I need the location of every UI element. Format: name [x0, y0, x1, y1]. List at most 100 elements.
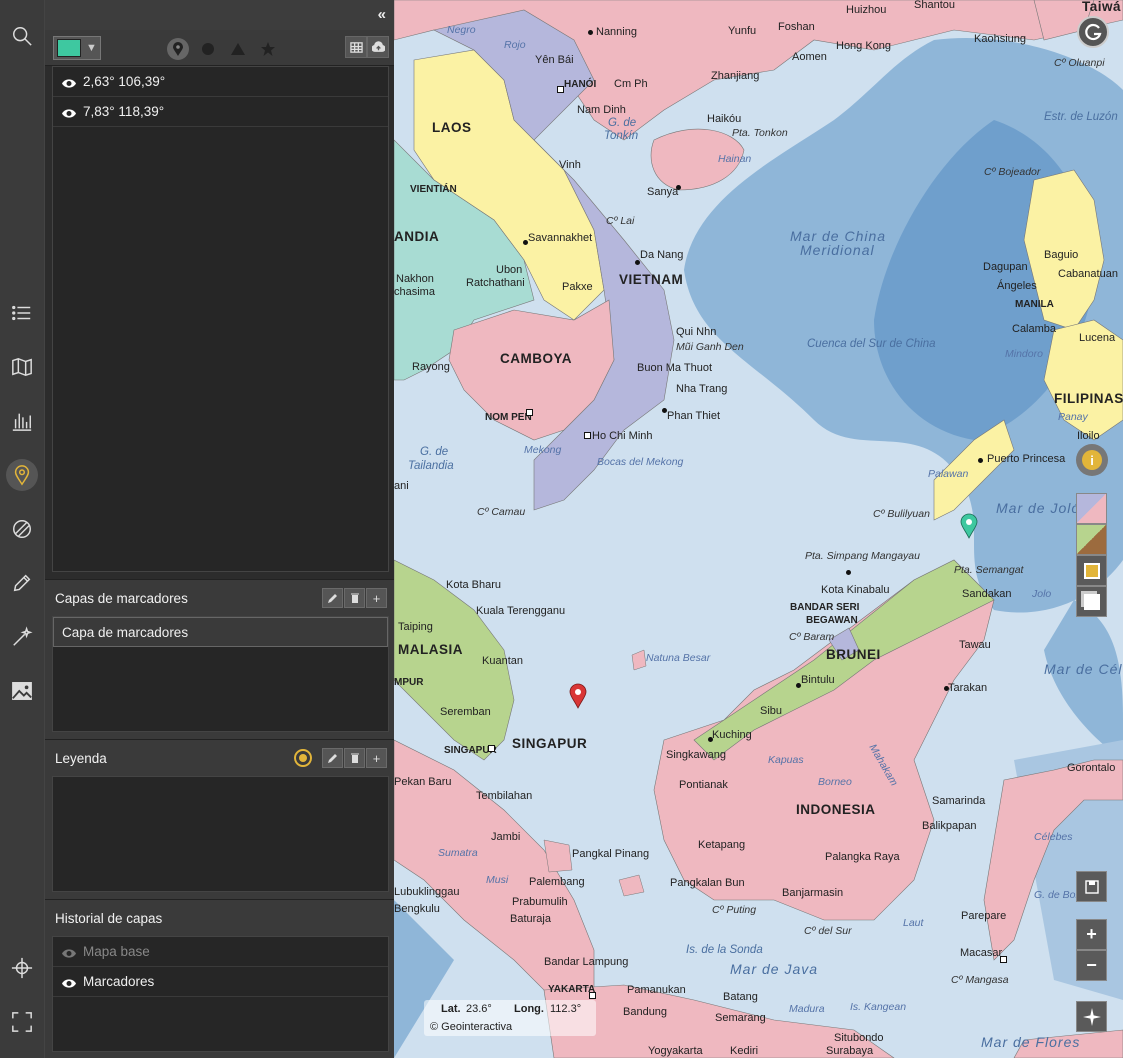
markers-panel: « ▼ 2,63° 106,39° 7,83° 118,39° Capas de… — [44, 0, 395, 1058]
sea-label: G. de — [608, 117, 637, 129]
cloud-upload-icon[interactable] — [367, 36, 389, 58]
city-label: Cº Lai — [606, 215, 635, 227]
city-label: Mũi Ganh Den — [676, 341, 744, 353]
city-label: Baturaja — [510, 913, 551, 925]
city-label: Macasar — [960, 947, 1003, 959]
list-item[interactable]: Capa de marcadores — [53, 617, 388, 647]
sea-label: Borneo — [818, 776, 852, 788]
map-view[interactable]: LAOS VIETNAM CAMBOYA ANDIA MALASIA INDON… — [394, 0, 1123, 1058]
city-dot — [588, 30, 593, 35]
compass-ruler-icon[interactable] — [6, 513, 38, 545]
map-pin-icon[interactable] — [6, 459, 38, 491]
city-label: Lubuklinggau — [394, 886, 460, 898]
city-label: Kota Bharu — [446, 579, 502, 591]
city-label: Phan Thiet — [667, 410, 721, 422]
layer-stack-icon[interactable] — [1076, 586, 1107, 617]
layer-list: Capa de marcadores — [52, 616, 389, 732]
color-picker[interactable]: ▼ — [53, 36, 101, 60]
city-label: Sandakan — [962, 588, 1012, 600]
delete-button[interactable] — [344, 588, 365, 608]
city-label: Pta. Tonkon — [732, 127, 788, 139]
city-label: Tembilahan — [476, 790, 533, 802]
marker-toolbar: ▼ — [45, 30, 394, 66]
city-label: Foshan — [778, 21, 815, 33]
search-icon[interactable] — [6, 20, 38, 52]
city-label: Kuching — [712, 729, 752, 741]
triangle-shape-icon[interactable] — [227, 38, 249, 60]
red-marker-icon[interactable] — [569, 683, 587, 709]
add-button[interactable]: + — [366, 588, 387, 608]
image-icon[interactable] — [6, 675, 38, 707]
sea-label: Natuna Besar — [646, 652, 711, 664]
fullscreen-icon[interactable] — [6, 1006, 38, 1038]
list-item[interactable]: 7,83° 118,39° — [53, 97, 388, 127]
basemap-physical-icon[interactable] — [1076, 524, 1107, 555]
list-item[interactable]: Marcadores — [53, 967, 388, 997]
city-label: Huizhou — [846, 4, 887, 16]
city-label: chasima — [394, 286, 435, 298]
zoom-out-icon[interactable]: − — [1076, 950, 1107, 981]
city-label: Lucena — [1079, 332, 1116, 344]
sea-label: Meridional — [800, 242, 875, 258]
edit-button[interactable] — [322, 588, 343, 608]
city-label: Cº del Sur — [804, 925, 852, 937]
crosshair-icon[interactable] — [6, 952, 38, 984]
list-item[interactable]: 2,63° 106,39° — [53, 67, 388, 97]
city-label: Puerto Princesa — [987, 453, 1066, 465]
country-label: MALASIA — [398, 642, 463, 657]
eye-icon[interactable] — [61, 77, 77, 88]
pin-shape-icon[interactable] — [167, 38, 189, 60]
sea-label: Mar de Joló — [996, 500, 1081, 516]
city-label: Balikpapan — [922, 820, 977, 832]
eye-icon[interactable] — [61, 947, 77, 958]
target-icon[interactable] — [293, 748, 313, 768]
city-label: Ho Chi Minh — [592, 430, 653, 442]
list-icon[interactable] — [6, 297, 38, 329]
sea-label: Cuenca del Sur de China — [807, 338, 936, 350]
chart-bars-icon[interactable] — [6, 405, 38, 437]
edit-button[interactable] — [322, 748, 343, 768]
table-icon[interactable] — [345, 36, 367, 58]
city-label: Semarang — [715, 1012, 766, 1024]
sea-label: Mar de Java — [730, 961, 819, 977]
city-label: Bintulu — [801, 674, 835, 686]
star-shape-icon[interactable] — [257, 38, 279, 60]
sea-label: Rojo — [504, 39, 526, 51]
city-label: Qui Nhn — [676, 326, 717, 338]
collapse-panel-icon[interactable]: « — [378, 6, 386, 23]
city-label: Gorontalo — [1067, 762, 1116, 774]
city-label: Cº Puting — [712, 904, 757, 916]
basemap-political-icon[interactable] — [1076, 493, 1107, 524]
eye-icon[interactable] — [61, 977, 77, 988]
marker-coords: 2,63° 106,39° — [83, 74, 166, 89]
add-button[interactable]: + — [366, 748, 387, 768]
city-label: Kuantan — [482, 655, 523, 667]
city-label: Pangkal Pinang — [572, 848, 650, 860]
save-icon[interactable] — [1076, 871, 1107, 902]
city-label: Ratchathani — [466, 277, 525, 289]
delete-button[interactable] — [344, 748, 365, 768]
list-item[interactable]: Mapa base — [53, 937, 388, 967]
city-label: Savannakhet — [528, 232, 593, 244]
north-arrow-icon[interactable] — [1076, 1001, 1107, 1032]
country-label: FILIPINAS — [1054, 391, 1123, 406]
layer-overlay-icon[interactable] — [1076, 555, 1107, 586]
map-book-icon[interactable] — [6, 351, 38, 383]
pencil-icon[interactable] — [6, 567, 38, 599]
city-label: Banjarmasin — [782, 887, 844, 899]
city-dot — [944, 686, 949, 691]
sea-label: Panay — [1058, 411, 1088, 423]
geointeractiva-logo-icon[interactable] — [1077, 16, 1109, 48]
teal-marker-icon[interactable] — [960, 513, 978, 539]
city-dot — [523, 240, 528, 245]
zoom-in-icon[interactable]: + — [1076, 919, 1107, 950]
city-label: Prabumulih — [512, 896, 568, 908]
sea-label: Estr. de Luzón — [1044, 111, 1118, 123]
circle-shape-icon[interactable] — [197, 38, 219, 60]
info-icon[interactable]: i — [1076, 444, 1108, 476]
magic-wand-icon[interactable] — [6, 621, 38, 653]
city-label: Sibu — [760, 705, 783, 717]
sea-label: Palawan — [928, 468, 969, 480]
eye-icon[interactable] — [61, 107, 77, 118]
legend-box — [52, 776, 389, 892]
